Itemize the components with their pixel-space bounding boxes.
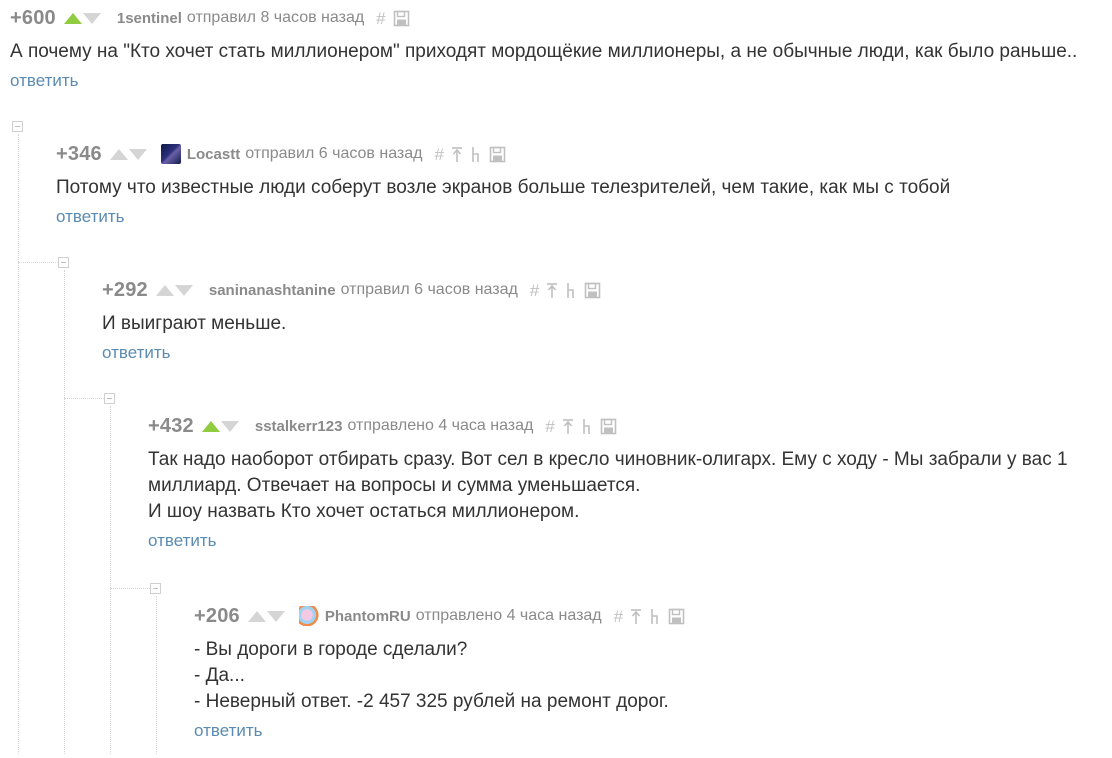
save-icon[interactable] bbox=[600, 418, 617, 435]
comment-header: +292 saninanashtanine отправил 6 часов н… bbox=[102, 279, 1102, 301]
comment: +432 sstalkerr123 отправлено 4 часа наза… bbox=[148, 415, 1108, 551]
downvote-icon[interactable] bbox=[128, 148, 147, 160]
downvote-icon[interactable] bbox=[174, 284, 193, 296]
parent-comment-icon[interactable] bbox=[451, 146, 463, 163]
hash-link-icon[interactable]: # bbox=[545, 418, 554, 435]
parent-comment-icon[interactable] bbox=[562, 418, 574, 435]
vote-controls bbox=[63, 12, 101, 24]
comment-header: +206 PhantomRU отправлено 4 часа назад # bbox=[194, 605, 1094, 627]
comment-time[interactable]: отправил 8 часов назад bbox=[187, 9, 364, 27]
hash-link-icon[interactable]: # bbox=[614, 608, 623, 625]
thread-branch bbox=[110, 588, 150, 589]
parent-comment-icon[interactable] bbox=[546, 282, 558, 299]
downvote-icon[interactable] bbox=[220, 420, 239, 432]
upvote-icon[interactable] bbox=[63, 12, 82, 24]
comment-text: А почему на "Кто хочет стать миллионером… bbox=[10, 41, 1078, 62]
comment-text: Потому что известные люди соберут возле … bbox=[56, 177, 951, 198]
thread-branch bbox=[18, 262, 58, 263]
reply-link[interactable]: ответить bbox=[194, 721, 1094, 741]
save-icon[interactable] bbox=[393, 10, 410, 27]
comment-author[interactable]: 1sentinel bbox=[117, 10, 182, 27]
comment-tools: # bbox=[614, 608, 685, 625]
upvote-icon[interactable] bbox=[201, 420, 220, 432]
upvote-icon[interactable] bbox=[109, 148, 128, 160]
hash-link-icon[interactable]: # bbox=[530, 282, 539, 299]
avatar[interactable] bbox=[298, 606, 319, 626]
comment-time[interactable]: отправлено 4 часа назад bbox=[347, 417, 533, 435]
avatar[interactable] bbox=[160, 144, 181, 164]
thread-line bbox=[110, 406, 111, 754]
comment-tools: # bbox=[545, 418, 617, 435]
hash-link-icon[interactable]: # bbox=[434, 146, 443, 163]
save-icon[interactable] bbox=[668, 608, 685, 625]
reply-link[interactable]: ответить bbox=[148, 531, 1108, 551]
comment-author[interactable]: Locastt bbox=[187, 146, 240, 163]
comment-author[interactable]: PhantomRU bbox=[325, 608, 411, 625]
comment: +292 saninanashtanine отправил 6 часов н… bbox=[102, 279, 1102, 363]
vote-controls bbox=[109, 148, 147, 160]
downvote-icon[interactable] bbox=[82, 12, 101, 24]
comment: +206 PhantomRU отправлено 4 часа назад #… bbox=[194, 605, 1094, 741]
comment-text: Так надо наоборот отбирать сразу. Вот се… bbox=[148, 449, 1068, 522]
hash-link-icon[interactable]: # bbox=[376, 10, 385, 27]
comment-text: И выиграют меньше. bbox=[102, 313, 287, 334]
comment-author[interactable]: sstalkerr123 bbox=[255, 418, 343, 435]
vote-controls bbox=[155, 284, 193, 296]
comment-tools: # bbox=[376, 10, 409, 27]
comment-author[interactable]: saninanashtanine bbox=[209, 282, 336, 299]
comment: +600 1sentinel отправил 8 часов назад # … bbox=[10, 7, 1110, 91]
branch-icon[interactable] bbox=[470, 146, 482, 163]
vote-controls bbox=[247, 610, 285, 622]
thread-line bbox=[18, 134, 19, 754]
upvote-icon[interactable] bbox=[155, 284, 174, 296]
collapse-thread-button[interactable] bbox=[58, 257, 69, 268]
branch-icon[interactable] bbox=[565, 282, 577, 299]
branch-icon[interactable] bbox=[649, 608, 661, 625]
downvote-icon[interactable] bbox=[266, 610, 285, 622]
comment-rating: +292 bbox=[102, 278, 148, 301]
comment-rating: +600 bbox=[10, 6, 56, 29]
parent-comment-icon[interactable] bbox=[630, 608, 642, 625]
branch-icon[interactable] bbox=[581, 418, 593, 435]
collapse-thread-button[interactable] bbox=[12, 121, 23, 132]
comment-rating: +432 bbox=[148, 414, 194, 437]
upvote-icon[interactable] bbox=[247, 610, 266, 622]
collapse-thread-button[interactable] bbox=[150, 583, 161, 594]
comment-rating: +206 bbox=[194, 604, 240, 627]
collapse-thread-button[interactable] bbox=[104, 393, 115, 404]
comment-tools: # bbox=[434, 146, 506, 163]
thread-line bbox=[64, 270, 65, 754]
comment-header: +346 Locastt отправил 6 часов назад # bbox=[56, 143, 1106, 165]
reply-link[interactable]: ответить bbox=[102, 343, 1102, 363]
comment-time[interactable]: отправил 6 часов назад bbox=[245, 145, 422, 163]
vote-controls bbox=[201, 420, 239, 432]
comment-time[interactable]: отправил 6 часов назад bbox=[341, 281, 518, 299]
comment-header: +432 sstalkerr123 отправлено 4 часа наза… bbox=[148, 415, 1108, 437]
comment-rating: +346 bbox=[56, 142, 102, 165]
comment-tools: # bbox=[530, 282, 601, 299]
comment: +346 Locastt отправил 6 часов назад # По… bbox=[56, 143, 1106, 227]
thread-line bbox=[156, 596, 157, 754]
save-icon[interactable] bbox=[489, 146, 506, 163]
save-icon[interactable] bbox=[584, 282, 601, 299]
reply-link[interactable]: ответить bbox=[10, 71, 1110, 91]
reply-link[interactable]: ответить bbox=[56, 207, 1106, 227]
comment-time[interactable]: отправлено 4 часа назад bbox=[416, 607, 602, 625]
thread-branch bbox=[64, 398, 104, 399]
comment-text: - Вы дороги в городе сделали? - Да... - … bbox=[194, 639, 669, 712]
comment-header: +600 1sentinel отправил 8 часов назад # bbox=[10, 7, 1110, 29]
